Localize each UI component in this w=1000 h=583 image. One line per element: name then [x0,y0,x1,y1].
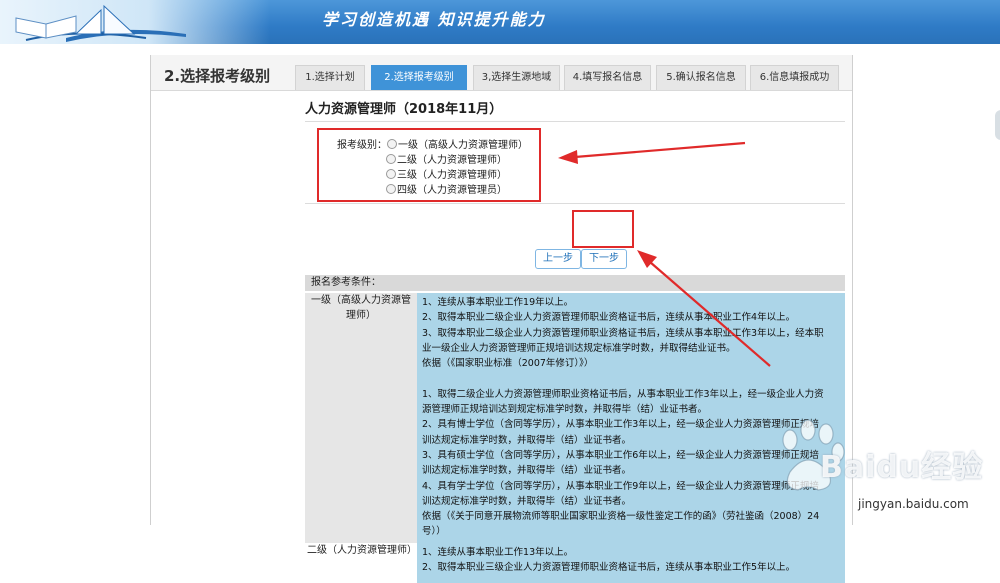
annotation-box-next [572,210,634,248]
banner-slogan: 学习创造机遇 知识提升能力 [322,10,546,29]
sailboat-book-logo [15,4,186,42]
tab-select-region[interactable]: 3,选择生源地域 [473,65,560,90]
requirement-level-2-label: 二级（人力资源管理师） [305,543,417,583]
requirement-line: 号）） [422,526,446,538]
requirement-line: 2、取得本职业三级企业人力资源管理师职业资格证书后，连续从事本职业工作5年以上。 [422,562,796,574]
course-title: 人力资源管理师（2018年11月） [305,102,503,117]
tab-confirm-info[interactable]: 5.确认报名信息 [656,65,746,90]
registration-panel: 2.选择报考级别 1.选择计划 2.选择报考级别 3,选择生源地域 4.填写报名… [150,55,853,583]
prev-button[interactable]: 上一步 [535,249,581,269]
requirement-level-1-label: 一级（高级人力资源管理师） [305,293,417,543]
watermark-text: Baidu经验 [820,450,984,485]
watermark-url: jingyan.baidu.com [858,497,969,511]
tab-fill-info[interactable]: 4.填写报名信息 [564,65,651,90]
requirement-line: 业一级企业人力资源管理师正规培训达规定标准学时数，并取得结业证书。 [422,342,736,354]
requirement-line [422,371,841,386]
requirement-line: 1、连续从事本职业工作19年以上。 [422,297,574,308]
requirement-line: 3、取得本职业二级企业人力资源管理师职业资格证书后，连续从事本职业工作3年以上，… [422,327,824,339]
next-button[interactable]: 下一步 [581,249,627,269]
requirement-level-2-body: 1、连续从事本职业工作13年以上。 2、取得本职业三级企业人力资源管理师职业资格证… [417,543,845,583]
divider [305,203,845,204]
annotation-box-levels [317,128,541,202]
site-banner: 学习创造机遇 知识提升能力 [0,0,1000,44]
tab-select-plan[interactable]: 1.选择计划 [295,65,365,90]
tab-submit-success[interactable]: 6.信息填报成功 [750,65,839,90]
page-title: 2.选择报考级别 [164,67,271,85]
requirement-line: 2、取得本职业二级企业人力资源管理师职业资格证书后，连续从事本职业工作4年以上。 [422,312,796,324]
requirements-header: 报名参考条件： [305,275,845,291]
tab-select-level[interactable]: 2.选择报考级别 [371,65,467,90]
side-scroll-handle[interactable] [995,110,1000,140]
requirement-line: 1、连续从事本职业工作13年以上。 [422,547,574,558]
divider [305,121,845,122]
step-header: 2.选择报考级别 1.选择计划 2.选择报考级别 3,选择生源地域 4.填写报名… [151,55,852,91]
requirement-line: 依据（《国家职业标准（2007年修订）》） [422,358,594,370]
